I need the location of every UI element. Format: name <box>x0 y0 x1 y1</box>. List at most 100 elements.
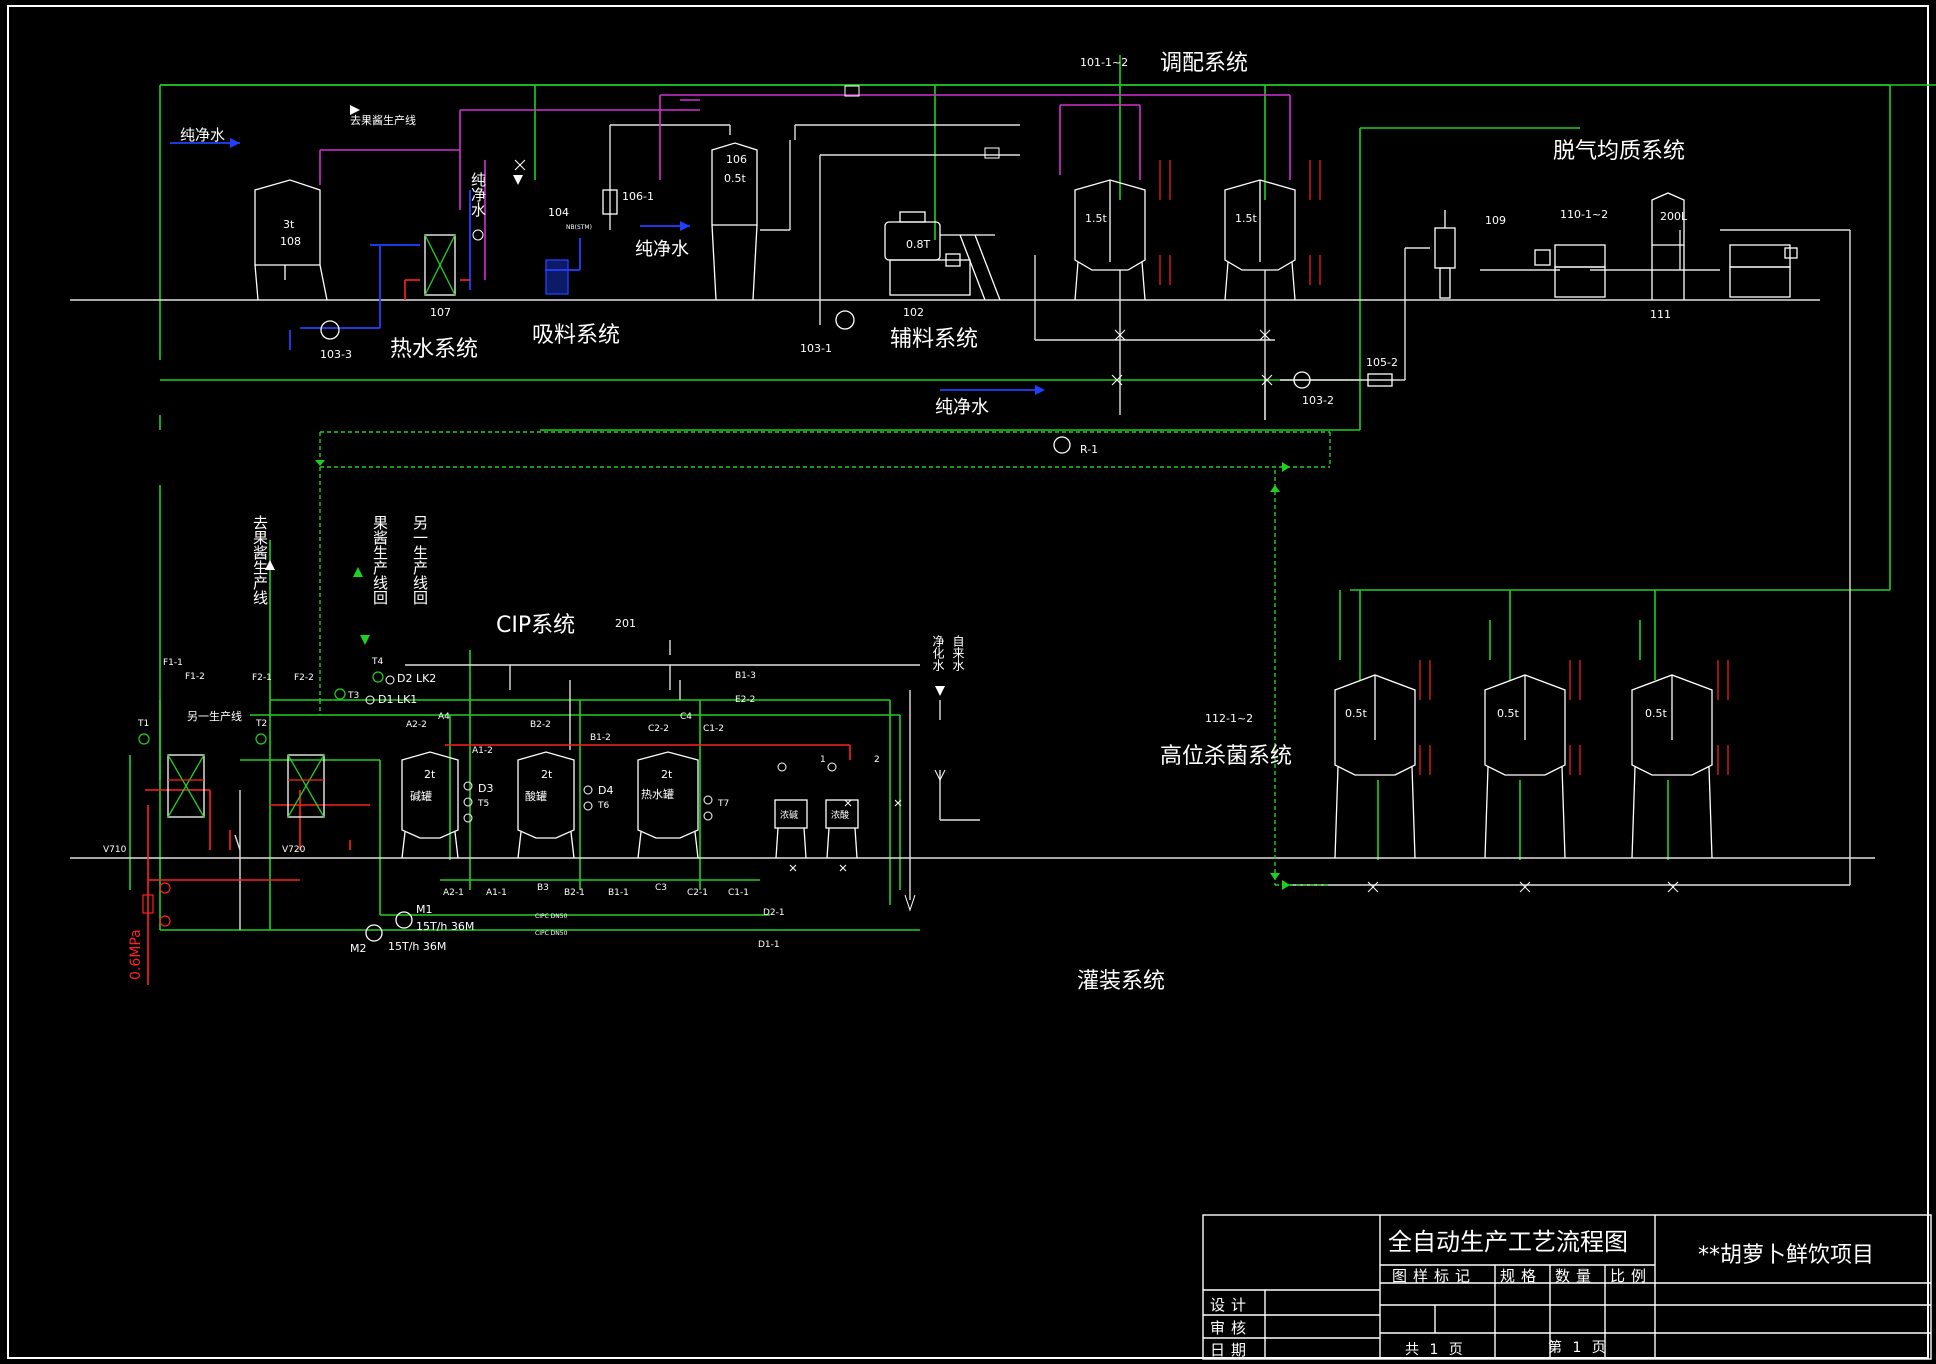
valve-n1: 1 <box>820 755 826 765</box>
tag-101a-cap: 1.5t <box>1085 212 1107 225</box>
valve-v720: V720 <box>282 845 306 855</box>
tag-108-cap: 3t <box>283 218 295 231</box>
valve-t5: T5 <box>477 799 489 809</box>
tag-109: 109 <box>1485 214 1506 227</box>
row-design: 设计 <box>1210 1296 1252 1314</box>
valve-b2-1: B2-1 <box>564 888 585 898</box>
label-purified-water-vertical: 净化水 <box>931 635 945 671</box>
tag-106-cap: 0.5t <box>724 172 746 185</box>
tag-111-cap: 200L <box>1660 210 1688 223</box>
valve-b1-3: B1-3 <box>735 671 756 681</box>
valve-a1-1: A1-1 <box>486 888 507 898</box>
label-to-puree-line-vertical: 去果酱生产线 <box>251 515 269 605</box>
tag-111: 111 <box>1650 308 1671 321</box>
tag-103-2: 103-2 <box>1302 394 1334 407</box>
tag-101: 101-1~2 <box>1080 56 1128 69</box>
header-spec: 规格 <box>1500 1267 1542 1285</box>
label-pure-water-small: 纯净水 <box>635 239 689 260</box>
system-suction: 吸料系统 <box>532 323 620 348</box>
valve-c2-2: C2-2 <box>648 724 669 734</box>
tag-102-cap: 0.8T <box>906 238 930 251</box>
cip-alkali-cap: 2t <box>424 768 436 781</box>
valve-d3: D3 <box>478 782 493 795</box>
header-scale: 比例 <box>1610 1267 1652 1285</box>
valve-f1-2: F1-2 <box>185 672 205 682</box>
row-date: 日期 <box>1210 1341 1252 1359</box>
valve-c1-1: C1-1 <box>728 888 749 898</box>
cip-acid-cap: 2t <box>541 768 553 781</box>
label-pressure: 0.6MPa <box>128 929 144 980</box>
header-drawing-mark: 图样标记 <box>1392 1267 1476 1285</box>
valve-f2-1: F2-1 <box>252 673 272 683</box>
valve-t2: T2 <box>255 719 267 729</box>
cip-pump-m1-rate: 15T/h 36M <box>416 920 474 933</box>
tag-107: 107 <box>430 306 451 319</box>
valve-d1-1: D1-1 <box>758 940 780 950</box>
valve-b3: B3 <box>537 883 549 893</box>
tag-103-3: 103-3 <box>320 348 352 361</box>
process-flow-diagram: 调配系统 脱气均质系统 热水系统 吸料系统 辅料系统 CIP系统 高位杀菌系统 … <box>0 0 1936 1364</box>
system-hot-water: 热水系统 <box>390 337 478 362</box>
label-pure-water-lower: 纯净水 <box>935 397 989 418</box>
cip-pipe-1: CIPC DN50 <box>535 913 568 920</box>
valve-a2-1: A2-1 <box>443 888 464 898</box>
tag-106: 106 <box>726 153 747 166</box>
valve-a4: A4 <box>438 712 450 722</box>
cip-pump-m2: M2 <box>350 942 367 955</box>
page-number: 第 1 页 <box>1548 1339 1609 1356</box>
valve-d4: D4 <box>598 784 613 797</box>
cip-hot-cap: 2t <box>661 768 673 781</box>
cip-pump-m1: M1 <box>416 903 433 916</box>
system-high-sterilization: 高位杀菌系统 <box>1160 744 1292 769</box>
total-pages: 共 1 页 <box>1405 1342 1466 1358</box>
cip-pipe-2: CIPC DN50 <box>535 930 568 937</box>
tank-104 <box>545 259 569 295</box>
tag-s2-cap: 0.5t <box>1497 707 1519 720</box>
label-another-return-vertical: 另一生产线回 <box>411 515 429 605</box>
cip-alkali-label: 碱罐 <box>410 790 432 803</box>
cip-conc-alkali: 浓碱 <box>780 810 798 821</box>
label-tap-water-vertical: 自来水 <box>951 635 965 671</box>
system-auxiliary: 辅料系统 <box>890 327 978 352</box>
valve-e2-2: E2-2 <box>735 695 755 705</box>
cip-acid-label: 酸罐 <box>525 789 547 803</box>
tag-104: 104 <box>548 206 569 219</box>
valve-c1-2: C1-2 <box>703 724 724 734</box>
valve-t7: T7 <box>717 799 729 809</box>
system-deaeration: 脱气均质系统 <box>1553 139 1685 164</box>
valve-b1-1: B1-1 <box>608 888 629 898</box>
valve-c4: C4 <box>680 712 692 722</box>
label-pure-water: 纯净水 <box>180 126 225 144</box>
system-cip: CIP系统 <box>496 613 575 638</box>
row-review: 审核 <box>1210 1319 1252 1337</box>
valve-n2: 2 <box>874 755 880 765</box>
tag-101b-cap: 1.5t <box>1235 212 1257 225</box>
tag-110: 110-1~2 <box>1560 208 1608 221</box>
cip-hot-label: 热水罐 <box>641 788 674 801</box>
tag-108: 108 <box>280 235 301 248</box>
valve-t1: T1 <box>137 719 149 729</box>
tag-201: 201 <box>615 617 636 630</box>
valve-d1-lk1: D1 LK1 <box>378 693 417 706</box>
tag-102: 102 <box>903 306 924 319</box>
valve-a1-2: A1-2 <box>472 746 493 756</box>
valve-f2-2: F2-2 <box>294 673 314 683</box>
tag-105-2: 105-2 <box>1366 356 1398 369</box>
valve-c3: C3 <box>655 883 667 893</box>
valve-d2-lk2: D2 LK2 <box>397 672 436 685</box>
valve-a2-2: A2-2 <box>406 720 427 730</box>
valve-t6: T6 <box>597 801 609 811</box>
tag-112: 112-1~2 <box>1205 712 1253 725</box>
tag-s1-cap: 0.5t <box>1345 707 1367 720</box>
tag-104-nb: NB(STM) <box>566 224 592 231</box>
valve-v710: V710 <box>103 845 127 855</box>
header-qty: 数量 <box>1555 1267 1597 1285</box>
label-to-puree-line: 去果酱生产线 <box>350 113 416 127</box>
tag-r-1: R-1 <box>1080 443 1098 456</box>
drawing-title: 全自动生产工艺流程图 <box>1388 1228 1628 1256</box>
valve-b2-2: B2-2 <box>530 720 551 730</box>
valve-t4: T4 <box>371 657 383 667</box>
valve-b1-2: B1-2 <box>590 733 611 743</box>
valve-f1-1: F1-1 <box>163 658 183 668</box>
cip-pump-m2-rate: 15T/h 36M <box>388 940 446 953</box>
